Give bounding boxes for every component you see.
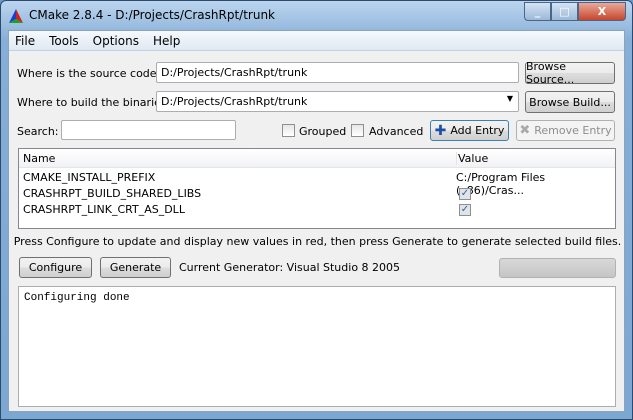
generate-button[interactable]: Generate [100, 257, 171, 278]
row-name: CMAKE_INSTALL_PREFIX [23, 171, 156, 184]
build-value: D:/Projects/CrashRpt/trunk [161, 95, 308, 108]
menu-bar: File Tools Options Help [9, 31, 624, 51]
add-entry-label: Add Entry [450, 124, 505, 137]
configure-button[interactable]: Configure [19, 257, 92, 278]
grouped-label: Grouped [299, 125, 347, 138]
minimize-icon: _ [534, 5, 541, 18]
cmake-logo-icon [9, 9, 23, 23]
menu-options[interactable]: Options [93, 34, 139, 48]
search-label: Search: [17, 125, 59, 138]
table-row[interactable]: CRASHRPT_LINK_CRT_AS_DLL ✓ [22, 202, 612, 218]
search-input[interactable] [61, 120, 236, 140]
close-button[interactable]: X [578, 2, 626, 21]
build-combobox[interactable]: D:/Projects/CrashRpt/trunk ▼ [156, 91, 519, 112]
maximize-icon: □ [559, 5, 570, 18]
column-value[interactable]: Value [456, 152, 488, 165]
table-row[interactable]: CRASHRPT_BUILD_SHARED_LIBS ✓ [22, 186, 612, 202]
table-row[interactable]: CMAKE_INSTALL_PREFIX C:/Program Files (x… [22, 170, 612, 197]
progress-bar [499, 258, 616, 278]
close-icon: X [597, 5, 607, 18]
advanced-checkbox[interactable] [351, 124, 364, 137]
cache-table: Name Value CMAKE_INSTALL_PREFIX C:/Progr… [18, 148, 616, 229]
info-text: Press Configure to update and display ne… [13, 235, 622, 248]
table-header: Name Value [19, 149, 615, 168]
source-label: Where is the source code: [17, 67, 161, 80]
main-client: File Tools Options Help Where is the sou… [8, 30, 625, 412]
remove-entry-button[interactable]: ✖ Remove Entry [516, 120, 615, 141]
output-log[interactable]: Configuring done [18, 286, 616, 407]
plus-icon: ✚ [434, 122, 447, 139]
menu-tools[interactable]: Tools [49, 34, 79, 48]
build-label: Where to build the binaries: [17, 96, 171, 109]
row-name: CRASHRPT_LINK_CRT_AS_DLL [23, 203, 185, 216]
current-generator: Current Generator: Visual Studio 8 2005 [179, 261, 401, 274]
add-entry-button[interactable]: ✚ Add Entry [430, 120, 509, 141]
browse-source-button[interactable]: Browse Source... [525, 60, 615, 86]
remove-icon: ✖ [519, 123, 531, 138]
minimize-button[interactable]: _ [524, 2, 551, 21]
dropdown-arrow-icon[interactable]: ▼ [507, 94, 513, 103]
maximize-button[interactable]: □ [551, 2, 578, 21]
grouped-checkbox[interactable] [282, 124, 295, 137]
menu-file[interactable]: File [15, 34, 35, 48]
value-checkbox[interactable]: ✓ [459, 204, 471, 216]
menu-help[interactable]: Help [153, 34, 180, 48]
column-name[interactable]: Name [23, 152, 55, 165]
advanced-label: Advanced [369, 125, 424, 138]
window-title: CMake 2.8.4 - D:/Projects/CrashRpt/trunk [29, 8, 275, 22]
row-name: CRASHRPT_BUILD_SHARED_LIBS [23, 187, 202, 200]
value-checkbox[interactable]: ✓ [459, 188, 471, 200]
source-input[interactable]: D:/Projects/CrashRpt/trunk [156, 62, 519, 83]
remove-entry-label: Remove Entry [534, 124, 612, 137]
browse-build-button[interactable]: Browse Build... [525, 91, 615, 113]
